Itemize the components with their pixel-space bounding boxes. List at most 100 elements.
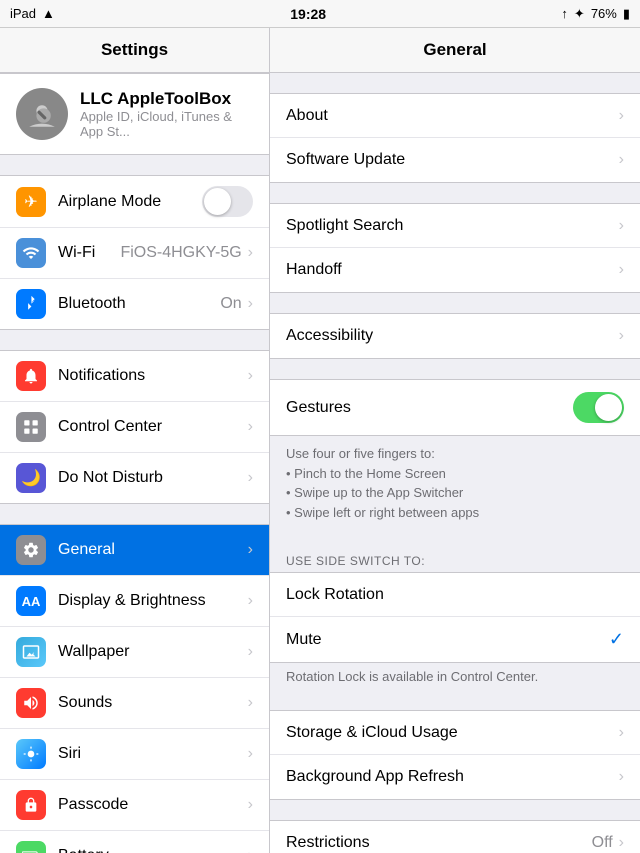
passcode-icon [16, 790, 46, 820]
restrictions-group: Restrictions Off › [270, 820, 640, 853]
siri-label: Siri [58, 745, 248, 763]
location-icon: ↑ [561, 6, 568, 21]
siri-icon [16, 739, 46, 769]
wallpaper-chevron: › [248, 643, 253, 661]
wifi-value: FiOS-4HGKY-5G [120, 244, 241, 262]
rotation-note: Rotation Lock is available in Control Ce… [270, 663, 640, 690]
general-label: General [58, 541, 248, 559]
mute-row[interactable]: Mute ✓ [270, 617, 640, 662]
restrictions-row[interactable]: Restrictions Off › [270, 821, 640, 853]
gestures-label: Gestures [286, 399, 573, 417]
gestures-group: Gestures Use four or five fingers to: • … [270, 379, 640, 690]
passcode-label: Passcode [58, 796, 248, 814]
right-panel: General About › Software Update › Spotli… [270, 28, 640, 853]
avatar-icon [26, 98, 58, 130]
gestures-row[interactable]: Gestures [270, 380, 640, 435]
right-title: General [286, 40, 624, 60]
storage-group: Storage & iCloud Usage › Background App … [270, 710, 640, 800]
gestures-description: Use four or five fingers to: • Pinch to … [270, 436, 640, 528]
status-right: ↑ ✦ 76% ▮ [561, 6, 630, 22]
main-layout: Settings LLC AppleToolBox Apple ID, iClo… [0, 28, 640, 853]
bluetooth-chevron: › [248, 295, 253, 313]
notifications-group: Notifications › Control Center › 🌙 Do No… [0, 350, 269, 504]
general-row[interactable]: General › [0, 525, 269, 576]
mute-label: Mute [286, 631, 609, 649]
notifications-icon [16, 361, 46, 391]
passcode-chevron: › [248, 796, 253, 814]
spotlight-chevron: › [619, 217, 624, 235]
right-header: General [270, 28, 640, 73]
preferences-group: General › AA Display & Brightness › Wall… [0, 524, 269, 853]
general-chevron: › [248, 541, 253, 559]
status-time: 19:28 [290, 6, 326, 22]
airplane-mode-label: Airplane Mode [58, 193, 202, 211]
left-header: Settings [0, 28, 269, 73]
notifications-row[interactable]: Notifications › [0, 351, 269, 402]
connectivity-group: ✈ Airplane Mode Wi-Fi FiOS-4HGKY-5G › [0, 175, 269, 330]
battery-percent: 76% [591, 6, 617, 21]
lock-rotation-row[interactable]: Lock Rotation [270, 573, 640, 617]
spotlight-search-row[interactable]: Spotlight Search › [270, 204, 640, 248]
search-group: Spotlight Search › Handoff › [270, 203, 640, 293]
wallpaper-icon [16, 637, 46, 667]
wifi-label: Wi-Fi [58, 244, 120, 262]
software-update-label: Software Update [286, 151, 619, 169]
left-panel: Settings LLC AppleToolBox Apple ID, iClo… [0, 28, 270, 853]
about-chevron: › [619, 107, 624, 125]
lock-rotation-label: Lock Rotation [286, 586, 624, 604]
notifications-chevron: › [248, 367, 253, 385]
passcode-row[interactable]: Passcode › [0, 780, 269, 831]
status-left: iPad ▲ [10, 6, 55, 21]
handoff-label: Handoff [286, 261, 619, 279]
about-row[interactable]: About › [270, 94, 640, 138]
status-bar: iPad ▲ 19:28 ↑ ✦ 76% ▮ [0, 0, 640, 28]
bg-refresh-row[interactable]: Background App Refresh › [270, 755, 640, 799]
handoff-row[interactable]: Handoff › [270, 248, 640, 292]
bg-refresh-chevron: › [619, 768, 624, 786]
sounds-chevron: › [248, 694, 253, 712]
restrictions-chevron: › [619, 834, 624, 852]
sounds-label: Sounds [58, 694, 248, 712]
battery-icon [16, 841, 46, 853]
account-info: LLC AppleToolBox Apple ID, iCloud, iTune… [80, 89, 253, 139]
notifications-label: Notifications [58, 367, 248, 385]
wifi-chevron: › [248, 244, 253, 262]
display-brightness-icon: AA [16, 586, 46, 616]
battery-chevron: › [248, 847, 253, 853]
control-center-label: Control Center [58, 418, 248, 436]
wifi-row[interactable]: Wi-Fi FiOS-4HGKY-5G › [0, 228, 269, 279]
siri-row[interactable]: Siri › [0, 729, 269, 780]
bluetooth-row[interactable]: Bluetooth On › [0, 279, 269, 329]
display-brightness-chevron: › [248, 592, 253, 610]
airplane-mode-toggle[interactable] [202, 186, 253, 217]
storage-row[interactable]: Storage & iCloud Usage › [270, 711, 640, 755]
airplane-mode-row[interactable]: ✈ Airplane Mode [0, 176, 269, 228]
wallpaper-row[interactable]: Wallpaper › [0, 627, 269, 678]
do-not-disturb-icon: 🌙 [16, 463, 46, 493]
left-title: Settings [16, 40, 253, 60]
do-not-disturb-chevron: › [248, 469, 253, 487]
accessibility-row[interactable]: Accessibility › [270, 314, 640, 358]
display-brightness-label: Display & Brightness [58, 592, 248, 610]
account-subtitle: Apple ID, iCloud, iTunes & App St... [80, 109, 253, 139]
about-group: About › Software Update › [270, 93, 640, 183]
do-not-disturb-label: Do Not Disturb [58, 469, 248, 487]
control-center-row[interactable]: Control Center › [0, 402, 269, 453]
battery-label: Battery [58, 847, 248, 853]
storage-label: Storage & iCloud Usage [286, 724, 619, 742]
wifi-icon: ▲ [42, 6, 55, 21]
sounds-row[interactable]: Sounds › [0, 678, 269, 729]
sounds-icon [16, 688, 46, 718]
storage-chevron: › [619, 724, 624, 742]
side-switch-header: USE SIDE SWITCH TO: [270, 548, 640, 572]
software-update-row[interactable]: Software Update › [270, 138, 640, 182]
bluetooth-value: On [220, 295, 241, 313]
battery-row[interactable]: Battery › [0, 831, 269, 853]
accessibility-chevron: › [619, 327, 624, 345]
software-update-chevron: › [619, 151, 624, 169]
control-center-icon [16, 412, 46, 442]
display-brightness-row[interactable]: AA Display & Brightness › [0, 576, 269, 627]
gestures-toggle[interactable] [573, 392, 624, 423]
do-not-disturb-row[interactable]: 🌙 Do Not Disturb › [0, 453, 269, 503]
account-row[interactable]: LLC AppleToolBox Apple ID, iCloud, iTune… [0, 73, 269, 155]
